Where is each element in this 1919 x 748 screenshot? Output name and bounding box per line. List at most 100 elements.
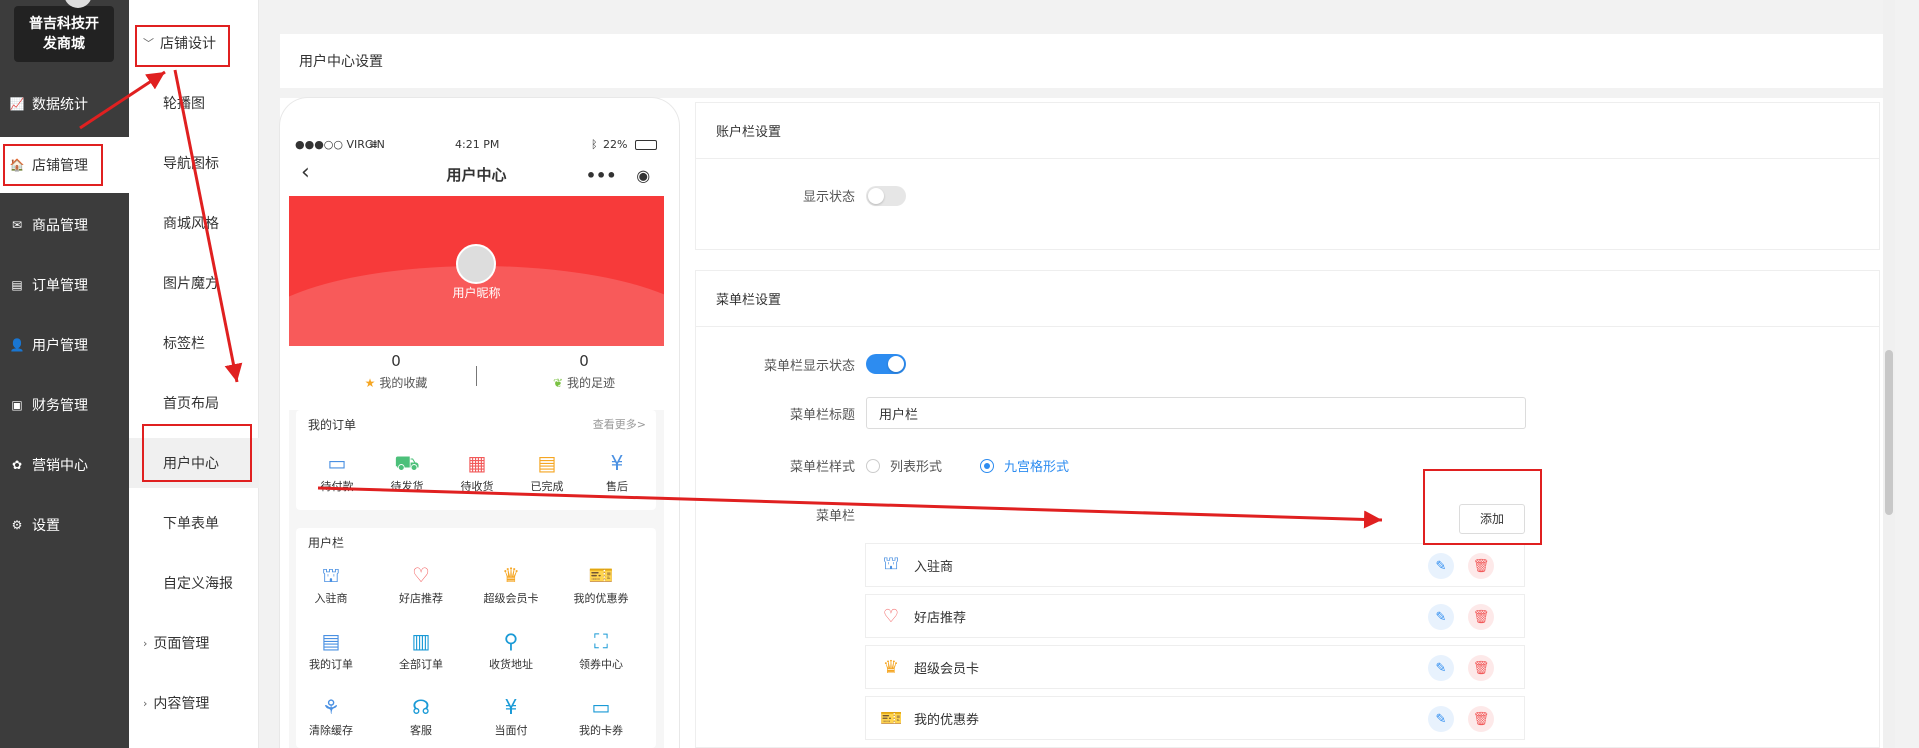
submenu-item-nav-icons[interactable]: 导航图标 — [129, 138, 259, 188]
menu-display-toggle[interactable] — [866, 354, 906, 374]
edit-button[interactable]: ✎ — [1428, 706, 1454, 732]
user-bar-item[interactable]: 🎫 我的优惠券 — [566, 562, 636, 606]
submenu-item-user-center[interactable]: 用户中心 — [129, 438, 259, 488]
stats-row: 0 ★ 我的收藏 0 ❦ 我的足迹 — [289, 346, 664, 406]
grid-item-label: 全部订单 — [399, 658, 443, 671]
menu-row: 🎫 我的优惠券 ✎ 🗑 — [865, 696, 1525, 740]
submenu-group-label: 店铺设计 — [160, 36, 216, 52]
submenu-item-tab-bar[interactable]: 标签栏 — [129, 318, 259, 368]
stat-value: 0 — [579, 352, 589, 370]
sidebar-item-users[interactable]: 👤 用户管理 — [0, 317, 129, 373]
card-icon: ▭ — [591, 695, 611, 719]
message-icon: ▤ — [537, 451, 557, 475]
avatar — [456, 244, 496, 284]
menu-row: ⛫ 入驻商 ✎ 🗑 — [865, 543, 1525, 587]
radio-label: 列表形式 — [890, 460, 943, 475]
grid-item-label: 客服 — [410, 724, 432, 737]
user-bar-item[interactable]: ⚘ 清除缓存 — [296, 694, 366, 738]
user-bar-item[interactable]: ¥ 当面付 — [476, 694, 546, 738]
grid-item-label: 我的卡券 — [579, 724, 623, 737]
add-menu-button[interactable]: 添加 — [1459, 504, 1525, 534]
edit-button[interactable]: ✎ — [1428, 655, 1454, 681]
menu-style-label: 菜单栏样式 — [789, 460, 855, 475]
brand-avatar — [64, 0, 92, 8]
submenu-group-page[interactable]: › 页面管理 — [129, 618, 259, 668]
broom-icon: ⚘ — [322, 695, 340, 719]
user-bar-item[interactable]: ⚲ 收货地址 — [476, 628, 546, 672]
refund-icon: ¥ — [610, 451, 624, 475]
sidebar-item-settings[interactable]: ⚙ 设置 — [0, 497, 129, 553]
coupon-icon: 🎫 — [880, 707, 903, 729]
edit-button[interactable]: ✎ — [1428, 553, 1454, 579]
chevron-down-icon: ﹀ — [143, 37, 154, 50]
submenu: ﹀ 店铺设计 轮播图 导航图标 商城风格 图片魔方 标签栏 首页布局 用户中心 … — [129, 0, 259, 748]
order-after-sale[interactable]: ¥ 售后 — [582, 450, 652, 494]
user-bar-item[interactable]: ♛ 超级会员卡 — [476, 562, 546, 606]
delete-button[interactable]: 🗑 — [1468, 553, 1494, 579]
order-completed[interactable]: ▤ 已完成 — [512, 450, 582, 494]
submenu-item-order-form[interactable]: 下单表单 — [129, 498, 259, 548]
submenu-item-home-layout[interactable]: 首页布局 — [129, 378, 259, 428]
menu-section-title: 菜单栏设置 — [696, 271, 1879, 327]
sidebar-item-finance[interactable]: ▣ 财务管理 — [0, 377, 129, 433]
order-pending-ship[interactable]: ⛟ 待发货 — [372, 450, 442, 494]
sidebar-item-store[interactable]: 🏠 店铺管理 — [0, 137, 129, 193]
delete-button[interactable]: 🗑 — [1468, 706, 1494, 732]
submenu-group-content[interactable]: › 内容管理 — [129, 678, 259, 728]
target-icon[interactable]: ◉ — [636, 166, 650, 185]
user-bar-item[interactable]: ▤ 我的订单 — [296, 628, 366, 672]
stat-divider — [476, 366, 477, 386]
delete-button[interactable]: 🗑 — [1468, 655, 1494, 681]
marketing-icon: ✿ — [11, 458, 23, 472]
sidebar-item-goods[interactable]: ✉ 商品管理 — [0, 197, 129, 253]
sidebar-item-label: 商品管理 — [32, 218, 88, 234]
grid-item-label: 已完成 — [530, 480, 564, 493]
delete-button[interactable]: 🗑 — [1468, 604, 1494, 630]
style-radio-grid[interactable]: 九宫格形式 — [980, 456, 1069, 475]
menu-list-label: 菜单栏 — [815, 509, 855, 524]
orders-more-link[interactable]: 查看更多> — [593, 416, 646, 432]
phone-screen: ●●●○○ VIRGIN ≋ 4:21 PM ᛒ 22% ‹ 用户中心 ••• … — [289, 98, 664, 748]
page-scrollbar[interactable] — [1883, 0, 1895, 748]
stat-footprints[interactable]: 0 ❦ 我的足迹 — [509, 352, 659, 391]
headset-icon: ☊ — [412, 695, 430, 719]
menu-title-label: 菜单栏标题 — [789, 408, 855, 423]
capsule-buttons: ••• ◉ — [576, 160, 660, 190]
profile-banner: 用户昵称 — [289, 196, 664, 346]
submenu-item-label: 用户中心 — [163, 456, 219, 472]
submenu-item-label: 自定义海报 — [163, 576, 233, 592]
submenu-item-label: 图片魔方 — [163, 276, 219, 292]
menu-title-input[interactable] — [866, 397, 1526, 429]
user-bar-item[interactable]: ♡ 好店推荐 — [386, 562, 456, 606]
sidebar-item-stats[interactable]: 📈 数据统计 — [0, 76, 129, 132]
menu-row: ♡ 好店推荐 ✎ 🗑 — [865, 594, 1525, 638]
order-pending-receive[interactable]: ▦ 待收货 — [442, 450, 512, 494]
style-radio-list[interactable]: 列表形式 — [866, 456, 942, 475]
menu-row-label: 我的优惠券 — [914, 712, 980, 728]
footprint-icon: ❦ — [552, 376, 564, 390]
account-display-toggle[interactable] — [866, 186, 906, 206]
submenu-item-image-cube[interactable]: 图片魔方 — [129, 258, 259, 308]
edit-button[interactable]: ✎ — [1428, 604, 1454, 630]
stat-label: 我的收藏 — [379, 376, 428, 390]
brand-name: 普吉科技开发商城 — [29, 16, 99, 52]
scrollbar-thumb[interactable] — [1885, 350, 1893, 515]
more-icon[interactable]: ••• — [586, 166, 617, 185]
submenu-item-poster[interactable]: 自定义海报 — [129, 558, 259, 608]
submenu-group-design[interactable]: ﹀ 店铺设计 — [129, 18, 259, 68]
submenu-item-carousel[interactable]: 轮播图 — [129, 78, 259, 128]
coupon-icon: 🎫 — [588, 563, 614, 587]
user-bar-item[interactable]: ▭ 我的卡券 — [566, 694, 636, 738]
user-bar-item[interactable]: ☊ 客服 — [386, 694, 456, 738]
sidebar-item-orders[interactable]: ▤ 订单管理 — [0, 257, 129, 313]
grid-item-label: 当面付 — [494, 724, 528, 737]
radio-dot — [980, 458, 994, 473]
order-pending-payment[interactable]: ▭ 待付款 — [302, 450, 372, 494]
submenu-item-style[interactable]: 商城风格 — [129, 198, 259, 248]
user-bar-item[interactable]: ▥ 全部订单 — [386, 628, 456, 672]
user-bar-item[interactable]: ⛶ 领券中心 — [566, 628, 636, 672]
sidebar-item-marketing[interactable]: ✿ 营销中心 — [0, 437, 129, 493]
submenu-item-label: 下单表单 — [163, 516, 219, 532]
stat-favorites[interactable]: 0 ★ 我的收藏 — [321, 352, 471, 391]
user-bar-item[interactable]: ⛫ 入驻商 — [296, 562, 366, 606]
